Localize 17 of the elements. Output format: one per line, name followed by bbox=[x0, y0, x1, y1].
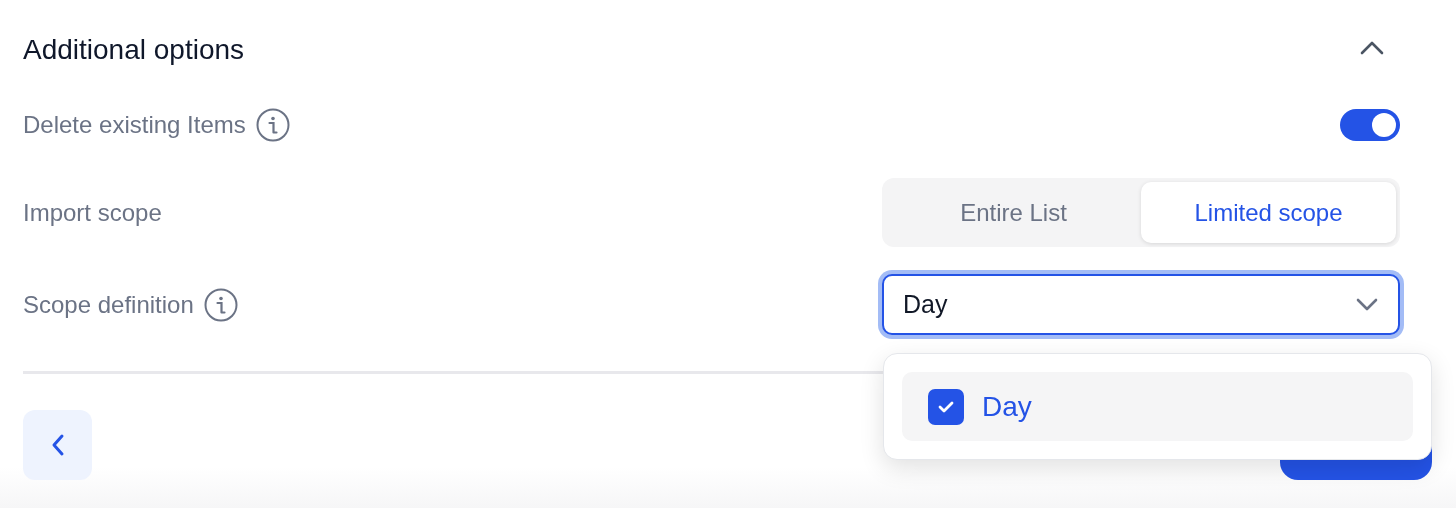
option-label: Scope definition bbox=[23, 290, 194, 319]
info-icon[interactable] bbox=[255, 108, 290, 142]
checkbox[interactable] bbox=[928, 388, 964, 425]
chevron-down-icon bbox=[1356, 298, 1378, 311]
option-label: Import scope bbox=[23, 198, 162, 227]
toggle-switch[interactable] bbox=[1340, 109, 1400, 141]
chevron-up-icon[interactable] bbox=[1360, 41, 1384, 55]
check-icon bbox=[937, 399, 955, 414]
segment-tab[interactable]: Limited scope bbox=[1141, 182, 1396, 243]
dropdown-option[interactable]: Day bbox=[902, 372, 1413, 441]
select-value: Day bbox=[903, 290, 948, 319]
segment-tab[interactable]: Entire List bbox=[886, 182, 1141, 243]
option-label: Delete existing Items bbox=[23, 111, 246, 139]
info-icon[interactable] bbox=[203, 287, 238, 322]
chevron-left-icon bbox=[50, 433, 65, 457]
option-label: Day bbox=[982, 390, 1032, 423]
section-title: Additional options bbox=[23, 34, 245, 66]
